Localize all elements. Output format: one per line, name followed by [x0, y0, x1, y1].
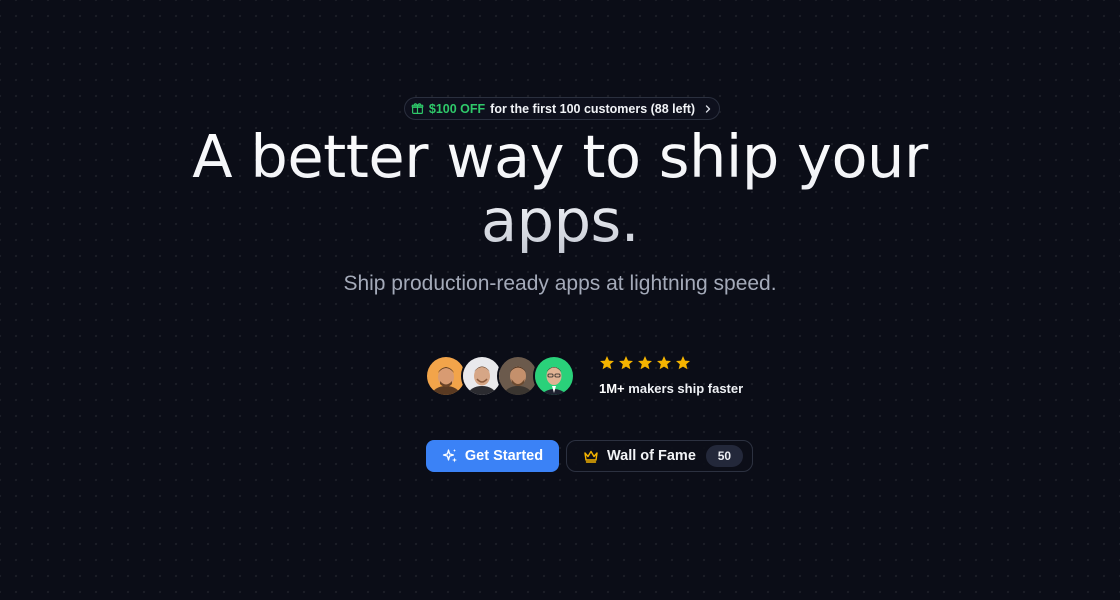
social-proof: 1M+ makers ship faster: [425, 355, 745, 397]
headline-line-2: apps.: [480, 186, 640, 255]
hero-headline: A better way to ship your apps.: [0, 125, 1120, 253]
chevron-right-icon: [703, 104, 713, 114]
rating: 1M+ makers ship faster: [599, 355, 743, 396]
avatar: [533, 355, 575, 397]
hero-section: $100 OFF for the first 100 customers (88…: [0, 0, 1120, 600]
get-started-button[interactable]: Get Started: [426, 440, 559, 472]
makers-label: makers ship faster: [628, 381, 744, 396]
promo-discount: $100 OFF: [428, 101, 486, 116]
wall-of-fame-count-badge: 50: [705, 445, 743, 467]
makers-count-text: 1M+ makers ship faster: [599, 381, 743, 396]
hero-subtitle: Ship production-ready apps at lightning …: [343, 272, 777, 295]
makers-count: 1M+: [599, 381, 625, 396]
promo-banner[interactable]: $100 OFF for the first 100 customers (88…: [404, 97, 720, 120]
sparkles-icon: [442, 448, 458, 464]
promo-text: for the first 100 customers (88 left): [490, 101, 696, 116]
star-icon: [675, 355, 691, 371]
star-icon: [618, 355, 634, 371]
star-rating: [599, 355, 743, 373]
star-icon: [599, 355, 615, 371]
headline-line-1: A better way to ship your: [192, 122, 928, 191]
get-started-label: Get Started: [464, 448, 544, 464]
crown-icon: [583, 448, 599, 464]
star-icon: [637, 355, 653, 371]
gift-icon: [411, 102, 424, 115]
wall-of-fame-label: Wall of Fame: [607, 448, 696, 464]
wall-of-fame-button[interactable]: Wall of Fame 50: [566, 440, 753, 472]
star-icon: [656, 355, 672, 371]
